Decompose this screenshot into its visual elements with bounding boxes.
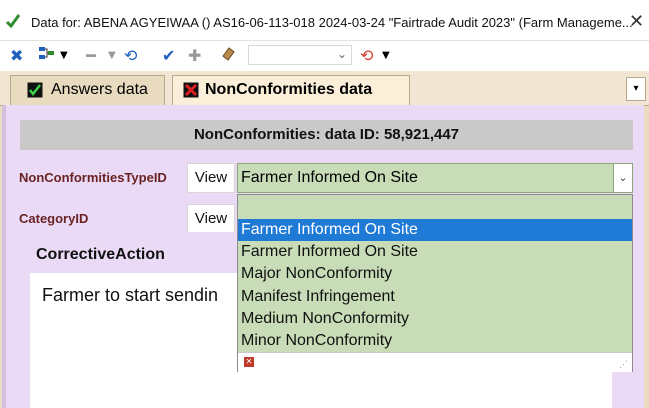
eraser-icon[interactable] <box>220 46 236 66</box>
chevron-down-icon[interactable]: ⌄ <box>613 164 632 192</box>
title-bar: Data for: ABENA AGYEIWAA () AS16-06-113-… <box>0 0 649 41</box>
tab-answers-data[interactable]: Answers data <box>10 75 165 105</box>
dropdown-option[interactable]: Farmer Informed On Site <box>238 241 632 263</box>
chevron-down-icon[interactable]: ▼ <box>108 46 116 66</box>
field-label-category: CategoryID <box>19 211 89 226</box>
refresh-icon[interactable]: ⟲ <box>124 46 137 66</box>
tab-label: Answers data <box>51 81 148 98</box>
checkmark-icon <box>5 14 21 29</box>
resize-grip-icon[interactable]: ⋰ <box>619 359 628 370</box>
tab-nonconformities-data[interactable]: NonConformities data <box>172 75 410 105</box>
type-dropdown-list[interactable]: Farmer Informed On Site Farmer Informed … <box>237 194 633 372</box>
plus-icon[interactable]: ✚ <box>188 46 201 66</box>
error-x-icon <box>183 82 199 98</box>
corrective-action-label: CorrectiveAction <box>36 246 165 263</box>
tab-strip: Answers data NonConformities data <box>0 71 649 106</box>
tab-label: NonConformities data <box>205 81 373 98</box>
clear-x-icon[interactable]: ✕ <box>244 357 254 367</box>
view-button-type[interactable]: View <box>187 163 235 193</box>
tab-dropdown-button[interactable]: ▾ <box>626 77 646 101</box>
chevron-down-icon[interactable]: ▼ <box>382 46 390 66</box>
toolbar-combo[interactable]: ⌄ <box>248 45 352 65</box>
corrective-action-text: Farmer to start sendin <box>42 285 219 305</box>
checkbox-checked-icon <box>27 82 43 98</box>
dropdown-option[interactable]: Manifest Infringement <box>238 286 632 308</box>
dropdown-option[interactable]: Farmer Informed On Site <box>238 219 632 241</box>
chevron-down-icon[interactable]: ⌄ <box>337 47 347 61</box>
undo-icon[interactable]: ⟲ <box>360 46 373 66</box>
type-select[interactable]: Farmer Informed On Site ⌄ <box>237 163 633 193</box>
dropdown-option[interactable]: Minor NonConformity <box>238 330 632 352</box>
chevron-down-icon[interactable]: ▼ <box>60 46 68 66</box>
app-window: Data for: ABENA AGYEIWAA () AS16-06-113-… <box>0 0 649 408</box>
save-check-icon[interactable]: ✔ <box>162 46 175 66</box>
dropdown-option[interactable]: Medium NonConformity <box>238 308 632 330</box>
close-window-button[interactable]: ✕ <box>629 11 644 32</box>
close-x-icon[interactable]: ✖ <box>10 46 23 66</box>
window-title: Data for: ABENA AGYEIWAA () AS16-06-113-… <box>31 15 633 30</box>
minus-icon[interactable]: ━ <box>86 46 96 66</box>
view-button-category[interactable]: View <box>187 204 235 234</box>
dropdown-option-empty[interactable] <box>238 196 632 218</box>
org-chart-icon[interactable] <box>38 46 56 66</box>
form-header: NonConformities: data ID: 58,921,447 <box>20 120 633 150</box>
field-label-type: NonConformitiesTypeID <box>19 170 167 185</box>
dropdown-footer: ✕ ⋰ <box>238 352 632 372</box>
type-select-value: Farmer Informed On Site <box>241 169 418 186</box>
dropdown-option[interactable]: Major NonConformity <box>238 263 632 285</box>
